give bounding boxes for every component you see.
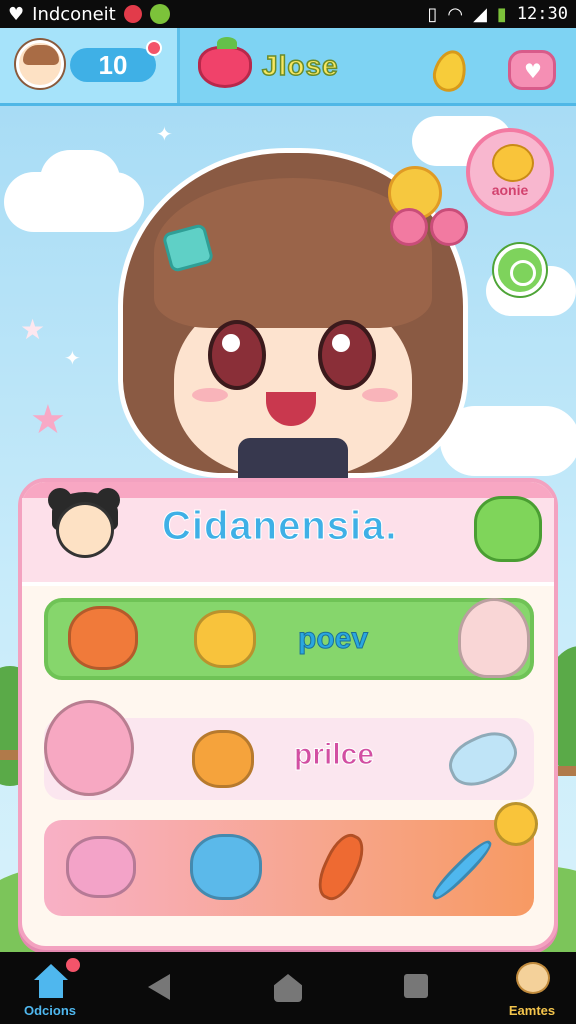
sparkle-icon: ✦ bbox=[156, 122, 173, 146]
strawberry-icon[interactable] bbox=[198, 37, 252, 88]
home-icon bbox=[34, 964, 68, 998]
home-system-icon[interactable] bbox=[274, 974, 302, 1002]
lemon-icon[interactable] bbox=[429, 46, 471, 96]
character-blush bbox=[192, 388, 228, 402]
carrot-icon bbox=[310, 828, 372, 906]
fence-decoration bbox=[0, 750, 20, 760]
menu-row-prilce[interactable]: prilce bbox=[44, 700, 534, 800]
top-header: 10 Jlose bbox=[0, 28, 576, 106]
row-label: prilce bbox=[293, 738, 375, 772]
orange-face-icon bbox=[192, 730, 254, 788]
status-bar: ♥ Indconeit ▯ ◠ ◢ ▮ 12:30 bbox=[0, 0, 576, 28]
clock: 12:30 bbox=[516, 4, 568, 24]
bow-icon bbox=[390, 200, 470, 254]
pink-hat-girl-icon bbox=[458, 598, 530, 678]
menu-row-items[interactable] bbox=[44, 802, 538, 916]
app-name: Indconeit bbox=[32, 3, 116, 25]
star-wand-icon bbox=[428, 836, 496, 904]
green-mascot-icon[interactable] bbox=[474, 496, 542, 562]
character-portrait[interactable] bbox=[118, 148, 468, 478]
cat-face-icon bbox=[492, 144, 534, 182]
yellow-bear-icon bbox=[194, 610, 256, 668]
pink-hair-girl-icon bbox=[44, 700, 134, 796]
main-menu-card: Cidanensia. poev prilce bbox=[18, 478, 558, 950]
notification-dot-icon bbox=[146, 40, 162, 56]
back-icon[interactable] bbox=[148, 974, 170, 1000]
girl-avatar-icon bbox=[48, 488, 122, 580]
avatar-icon[interactable] bbox=[16, 40, 64, 88]
recent-apps-icon[interactable] bbox=[404, 974, 428, 998]
nav-games-button[interactable]: Eamtes bbox=[494, 954, 570, 1022]
card-header: Cidanensia. bbox=[22, 482, 554, 586]
profile-button[interactable]: aonie bbox=[466, 128, 554, 216]
phone-icon: ▯ bbox=[427, 3, 438, 25]
star-decoration-icon: ★ bbox=[20, 313, 46, 346]
fence-decoration bbox=[556, 766, 576, 776]
sparkle-icon: ✦ bbox=[64, 346, 81, 370]
nav-home-button[interactable]: Odcions bbox=[14, 954, 86, 1022]
character-blush bbox=[362, 388, 398, 402]
cloud-decoration bbox=[40, 150, 120, 210]
level-badge: 10 bbox=[70, 48, 156, 82]
wifi-icon: ◠ bbox=[447, 3, 464, 25]
notification-red-icon bbox=[123, 5, 142, 23]
nav-games-label: Eamtes bbox=[508, 1003, 556, 1018]
character-left-eye bbox=[208, 320, 266, 390]
profile-label: aonie bbox=[491, 182, 529, 198]
bottom-navbar: Odcions Eamtes bbox=[0, 952, 576, 1024]
menu-row-poev[interactable]: poev bbox=[44, 598, 534, 680]
sun-star-icon bbox=[494, 802, 538, 846]
chat-bubble-icon[interactable] bbox=[494, 244, 546, 296]
gift-heart-icon[interactable] bbox=[508, 50, 556, 90]
nav-home-label: Odcions bbox=[23, 1003, 76, 1018]
character-right-eye bbox=[318, 320, 376, 390]
pink-cat-icon bbox=[66, 836, 136, 898]
blue-crystal-icon bbox=[441, 723, 525, 795]
battery-icon: ▮ bbox=[496, 3, 507, 25]
row-label: poev bbox=[297, 622, 369, 656]
header-title: Jlose bbox=[261, 49, 339, 82]
blue-blob-icon bbox=[190, 834, 262, 900]
star-decoration-icon: ★ bbox=[30, 397, 66, 443]
signal-icon: ◢ bbox=[473, 3, 487, 25]
orange-creature-icon bbox=[68, 606, 138, 670]
notification-green-icon bbox=[149, 4, 170, 24]
bear-icon bbox=[516, 962, 550, 994]
player-panel[interactable]: 10 bbox=[0, 28, 180, 103]
card-title: Cidanensia. bbox=[162, 504, 398, 549]
heart-icon: ♥ bbox=[8, 3, 25, 25]
notification-dot-icon bbox=[66, 958, 80, 972]
character-collar bbox=[238, 438, 348, 478]
